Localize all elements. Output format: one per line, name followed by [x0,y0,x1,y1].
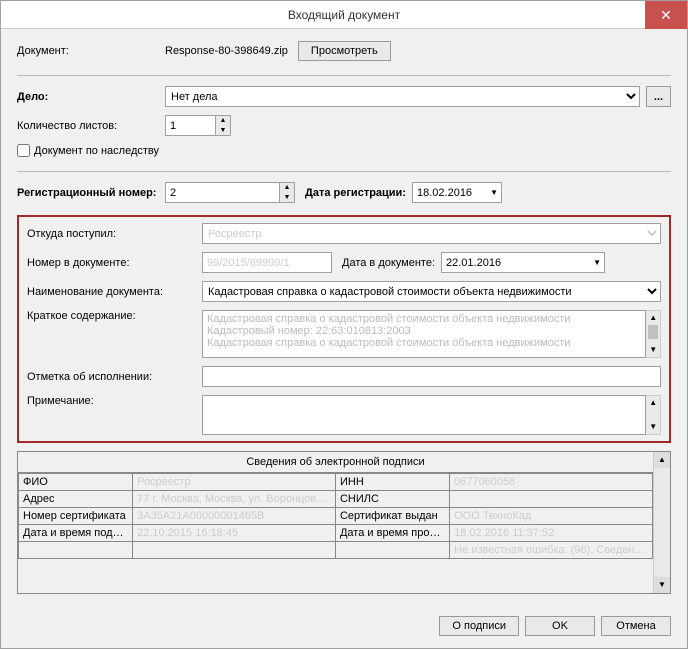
scroll-down-icon[interactable]: ▼ [654,577,670,593]
table-row: ФИОРосреестрИНН0677060058 [19,474,653,491]
dialog-content: Документ: Response-80-398649.zip Просмот… [1,29,687,606]
spinner-down-icon[interactable]: ▼ [216,126,230,136]
signature-table: ФИОРосреестрИНН0677060058Адрес77 г. Моск… [18,473,653,559]
scrollbar[interactable]: ▲ ▼ [646,310,661,358]
table-cell [335,542,449,559]
table-cell: 18.02.2016 11:37:52 [450,525,653,542]
docname-label: Наименование документа: [27,286,202,298]
note-textarea[interactable] [202,395,646,435]
table-row: Номер сертификата3A35A21A00000001465BСер… [19,508,653,525]
table-cell: Адрес [19,491,133,508]
from-label: Откуда поступил: [27,228,202,240]
reg-number-label: Регистрационный номер: [17,187,165,199]
exec-input[interactable] [202,366,661,387]
titlebar: Входящий документ ✕ [1,1,687,29]
reg-date-label: Дата регистрации: [305,187,406,199]
table-cell [133,542,336,559]
scroll-down-icon[interactable]: ▼ [646,420,660,434]
scroll-up-icon[interactable]: ▲ [646,311,660,325]
table-cell: 22.10.2015 16:18:45 [133,525,336,542]
from-select[interactable]: Росреестр [202,223,661,244]
scrollbar[interactable]: ▲ ▼ [646,395,661,435]
table-cell: 3A35A21A00000001465B [133,508,336,525]
spinner-down-icon[interactable]: ▼ [280,193,294,203]
document-filename: Response-80-398649.zip [165,45,288,57]
table-row: Адрес77 г. Москва, Москва, ул. Воронцово… [19,491,653,508]
table-cell [450,491,653,508]
ok-button[interactable]: OK [525,616,595,636]
scroll-up-icon[interactable]: ▲ [646,396,660,410]
table-cell: ООО ТехноКад [450,508,653,525]
brief-label: Краткое содержание: [27,310,202,322]
note-label: Примечание: [27,395,202,407]
table-row: Не известная ошибка: (96). Сведения о со… [19,542,653,559]
table-cell: Сертификат выдан [335,508,449,525]
docdate-input[interactable] [441,252,605,273]
case-more-button[interactable]: ... [646,86,671,107]
table-cell: СНИЛС [335,491,449,508]
table-cell: Дата и время подписания [19,525,133,542]
case-label: Дело: [17,91,165,103]
table-cell: 0677060058 [450,474,653,491]
table-cell: Дата и время проверки [335,525,449,542]
docnum-input[interactable] [202,252,332,273]
brief-textarea[interactable] [202,310,646,358]
table-cell [19,542,133,559]
dialog-footer: О подписи OK Отмена [1,606,687,648]
scroll-up-icon[interactable]: ▲ [654,452,670,468]
scroll-down-icon[interactable]: ▼ [646,343,660,357]
divider [17,75,671,76]
table-cell: Росреестр [133,474,336,491]
table-cell: ИНН [335,474,449,491]
docnum-label: Номер в документе: [27,257,202,269]
close-icon: ✕ [660,7,672,24]
table-row: Дата и время подписания22.10.2015 16:18:… [19,525,653,542]
scroll-thumb[interactable] [648,325,658,339]
table-cell: Не известная ошибка: (96). Сведения о со… [450,542,653,559]
inheritance-label: Документ по наследству [34,145,159,157]
sheets-spinner[interactable]: ▲ ▼ [165,115,231,136]
document-label: Документ: [17,45,165,57]
signature-header: Сведения об электронной подписи [18,452,653,473]
exec-label: Отметка об исполнении: [27,371,202,383]
spinner-up-icon[interactable]: ▲ [216,116,230,126]
docdate-label: Дата в документе: [342,257,435,269]
window-title: Входящий документ [288,8,400,22]
highlighted-section: Откуда поступил: Росреестр Номер в докум… [17,215,671,443]
reg-date-input[interactable] [412,182,502,203]
case-select[interactable]: Нет дела [165,86,640,107]
sheets-input[interactable] [165,115,215,136]
inheritance-checkbox[interactable] [17,144,30,157]
divider [17,171,671,172]
view-button[interactable]: Просмотреть [298,41,391,61]
sheets-label: Количество листов: [17,120,165,132]
scrollbar[interactable]: ▲ ▼ [653,452,670,593]
reg-number-input[interactable] [165,182,279,203]
cancel-button[interactable]: Отмена [601,616,671,636]
close-button[interactable]: ✕ [645,1,687,29]
dialog-window: Входящий документ ✕ Документ: Response-8… [0,0,688,649]
docname-select[interactable]: Кадастровая справка о кадастровой стоимо… [202,281,661,302]
signature-section: Сведения об электронной подписи ФИОРосре… [17,451,671,594]
about-signature-button[interactable]: О подписи [439,616,519,636]
table-cell: ФИО [19,474,133,491]
reg-number-spinner[interactable]: ▲ ▼ [165,182,295,203]
table-cell: 77 г. Москва, Москва, ул. Воронцово поле… [133,491,336,508]
spinner-up-icon[interactable]: ▲ [280,183,294,193]
table-cell: Номер сертификата [19,508,133,525]
